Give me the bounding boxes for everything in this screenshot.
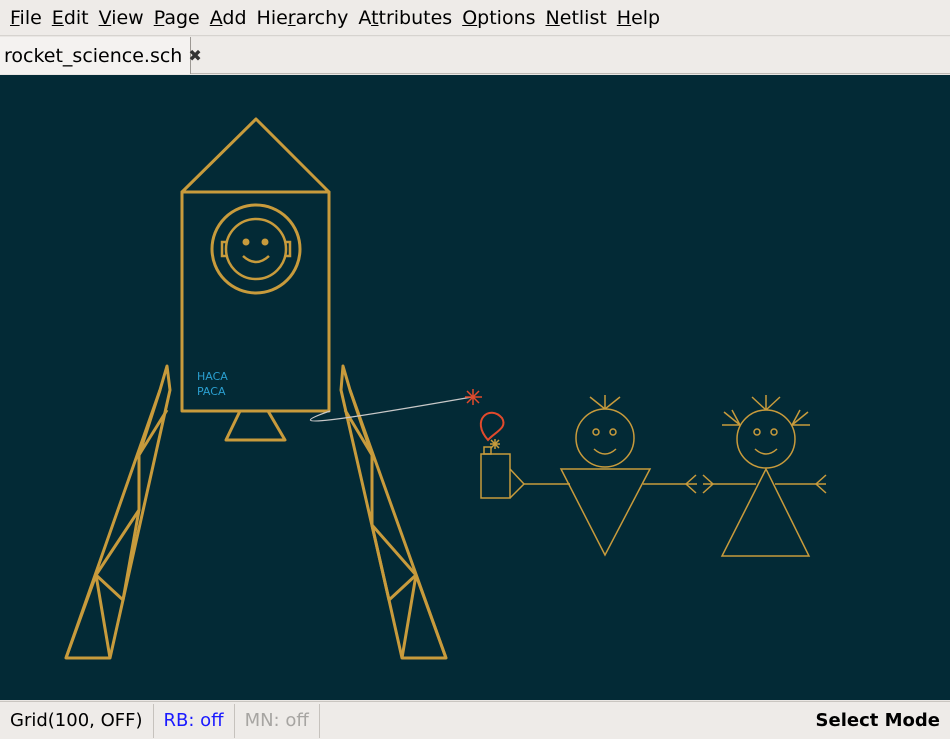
lighter[interactable] xyxy=(480,446,526,499)
boy-eye-right xyxy=(609,428,617,436)
tab-rocket-science[interactable]: rocket_science.sch ✖ xyxy=(0,37,202,74)
girl-eye-left xyxy=(753,428,761,436)
menu-bar: File Edit View Page Add Hierarchy Attributes Op… xyxy=(0,0,950,36)
menu-item-options[interactable]: Options xyxy=(462,5,535,31)
girl-figure[interactable] xyxy=(702,395,827,557)
astronaut-eye-right xyxy=(261,238,269,246)
astronaut-smile xyxy=(242,255,270,264)
menu-item-netlist[interactable]: Netlist xyxy=(546,5,607,31)
rocket-leg-left[interactable] xyxy=(64,364,172,660)
menu-item-add[interactable]: Add xyxy=(210,5,247,31)
menu-item-page[interactable]: Page xyxy=(154,5,200,31)
menu-item-hierarchy[interactable]: Hierarchy xyxy=(257,5,349,31)
schematic-canvas[interactable]: HACA PACA xyxy=(0,75,950,700)
fuse-wire[interactable] xyxy=(309,396,473,422)
menu-item-view[interactable]: View xyxy=(99,5,144,31)
tab-bar: rocket_science.sch ✖ xyxy=(0,37,950,74)
girl-eye-right xyxy=(770,428,778,436)
rocket-label-line2[interactable]: PACA xyxy=(197,385,226,398)
schematic-drawing: HACA PACA xyxy=(64,117,827,660)
menu-item-attributes[interactable]: Attributes xyxy=(358,5,452,31)
menu-item-file[interactable]: File xyxy=(10,5,42,31)
spark-icon xyxy=(465,389,482,405)
status-bar: Grid(100, OFF) RB: off MN: off Select Mo… xyxy=(0,701,950,739)
tab-label: rocket_science.sch xyxy=(4,44,183,67)
rocket-nose[interactable] xyxy=(180,117,331,194)
rocket-label-line1[interactable]: HACA xyxy=(197,370,228,383)
close-icon[interactable]: ✖ xyxy=(188,46,201,65)
menu-item-edit[interactable]: Edit xyxy=(52,5,89,31)
rubberband-status[interactable]: RB: off xyxy=(154,703,235,738)
mode-indicator: Select Mode xyxy=(815,710,940,731)
boy-figure[interactable] xyxy=(524,395,697,557)
magnetic-net-status[interactable]: MN: off xyxy=(235,703,320,738)
rocket-nozzle[interactable] xyxy=(224,409,287,442)
astronaut-face[interactable] xyxy=(224,217,288,281)
menu-item-help[interactable]: Help xyxy=(617,5,660,31)
status-spacer xyxy=(320,704,806,738)
astronaut-eye-left xyxy=(242,238,250,246)
grid-status[interactable]: Grid(100, OFF) xyxy=(0,703,154,738)
flame-icon xyxy=(479,411,505,442)
boy-eye-left xyxy=(592,428,600,436)
